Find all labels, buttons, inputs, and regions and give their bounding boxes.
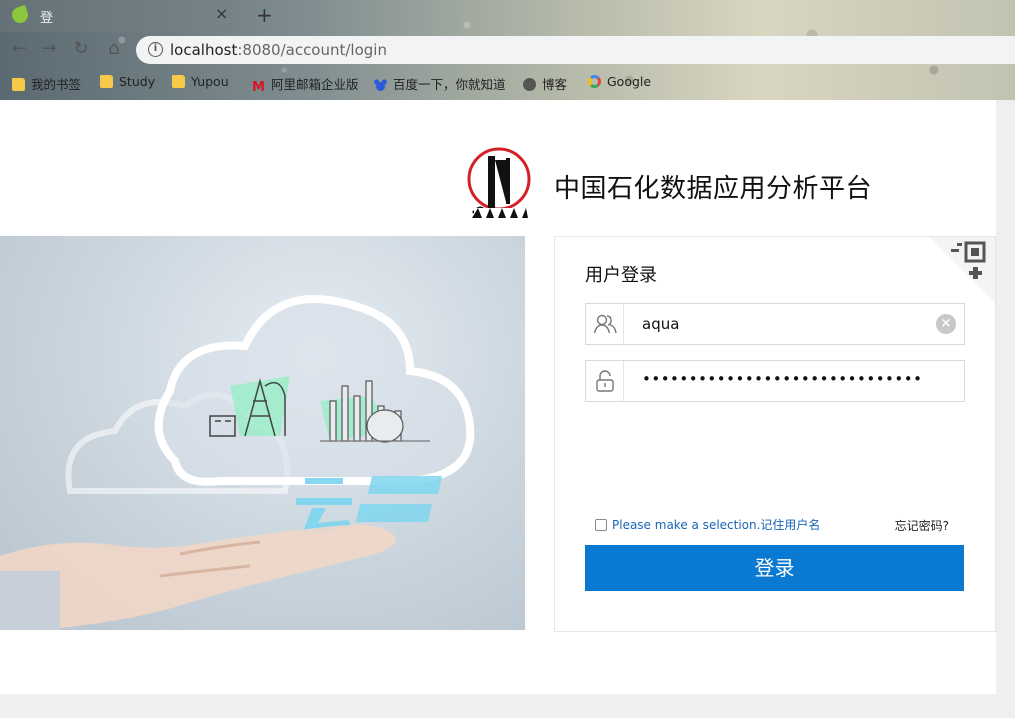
cloud-hand-illustration <box>0 295 475 630</box>
username-input[interactable] <box>642 313 922 335</box>
password-field[interactable]: •••••••••••••••••••••••••••••• <box>585 360 965 402</box>
url-text[interactable]: localhost:8080/account/login <box>170 41 387 59</box>
leaf-favicon-icon <box>9 4 31 26</box>
tab-title: 登 <box>40 11 54 26</box>
bookmark-label: 我的书签 <box>31 77 82 92</box>
home-button[interactable]: ⌂ <box>103 38 125 59</box>
browser-chrome: 登 × + ← → ↻ ⌂ i localhost:8080/account/l… <box>0 0 1015 100</box>
google-icon <box>588 75 601 88</box>
qr-code-toggle-icon[interactable] <box>929 237 995 303</box>
address-bar[interactable]: i localhost:8080/account/login <box>136 36 1015 64</box>
bookmark-item[interactable]: 我的书签 <box>12 74 81 93</box>
new-tab-button[interactable]: + <box>256 3 273 27</box>
url-path: :8080/account/login <box>237 41 387 59</box>
folder-icon <box>172 75 185 88</box>
remember-checkbox[interactable] <box>595 519 607 531</box>
bookmark-item[interactable]: Yupou <box>172 74 229 89</box>
forgot-password-link[interactable]: 忘记密码? <box>895 517 949 534</box>
folder-icon <box>12 78 25 91</box>
hero-illustration <box>0 236 525 630</box>
bookmark-item[interactable]: Google <box>588 74 651 89</box>
user-icon-box <box>586 304 624 344</box>
bookmark-label: 博客 <box>542 77 568 92</box>
bookmark-label: 阿里邮箱企业版 <box>270 77 359 92</box>
mail-icon: M <box>252 80 265 95</box>
lock-icon <box>596 370 614 392</box>
login-page: 中国石化数据应用分析平台 用户登录 aqua × •••••••••••••••… <box>0 100 996 694</box>
remember-label: Please make a selection.记住用户名 <box>612 518 821 532</box>
bookmark-label: Study <box>119 74 156 89</box>
sinopec-logo <box>467 147 531 218</box>
back-button[interactable]: ← <box>8 38 30 59</box>
bookmark-item[interactable]: Study <box>100 74 155 89</box>
scrollbar-track[interactable] <box>996 225 1015 695</box>
lock-icon-box <box>586 361 624 401</box>
clear-input-icon[interactable]: × <box>936 314 956 334</box>
login-title: 用户登录 <box>585 265 657 286</box>
baidu-icon <box>374 78 387 91</box>
bookmark-label: Yupou <box>191 74 229 89</box>
bookmarks-bar: 我的书签 Study Yupou M 阿里邮箱企业版 百度一下，你就知道 博客 G… <box>0 70 1015 96</box>
tab-close-icon[interactable]: × <box>215 4 228 23</box>
blog-icon <box>523 78 536 91</box>
forward-button[interactable]: → <box>38 38 60 59</box>
user-icon <box>593 314 617 334</box>
login-button[interactable]: 登录 <box>585 545 964 591</box>
bookmark-item[interactable]: M 阿里邮箱企业版 <box>252 74 358 95</box>
site-title: 中国石化数据应用分析平台 <box>554 174 873 204</box>
reload-button[interactable]: ↻ <box>70 38 92 59</box>
browser-tab[interactable]: 登 × <box>0 0 245 32</box>
bookmark-item[interactable]: 百度一下，你就知道 <box>374 74 506 93</box>
url-host: localhost <box>170 41 238 59</box>
remember-username[interactable]: Please make a selection.记住用户名 <box>595 516 820 533</box>
password-input[interactable]: •••••••••••••••••••••••••••••• <box>642 370 922 388</box>
username-field[interactable]: × <box>585 303 965 345</box>
bookmark-item[interactable]: 博客 <box>523 74 567 93</box>
bookmark-label: Google <box>607 74 652 89</box>
site-info-icon[interactable]: i <box>148 42 163 57</box>
bookmark-label: 百度一下，你就知道 <box>393 77 506 92</box>
login-card: 用户登录 × ••••••••••••••••••••••••••• <box>554 236 996 632</box>
folder-icon <box>100 75 113 88</box>
